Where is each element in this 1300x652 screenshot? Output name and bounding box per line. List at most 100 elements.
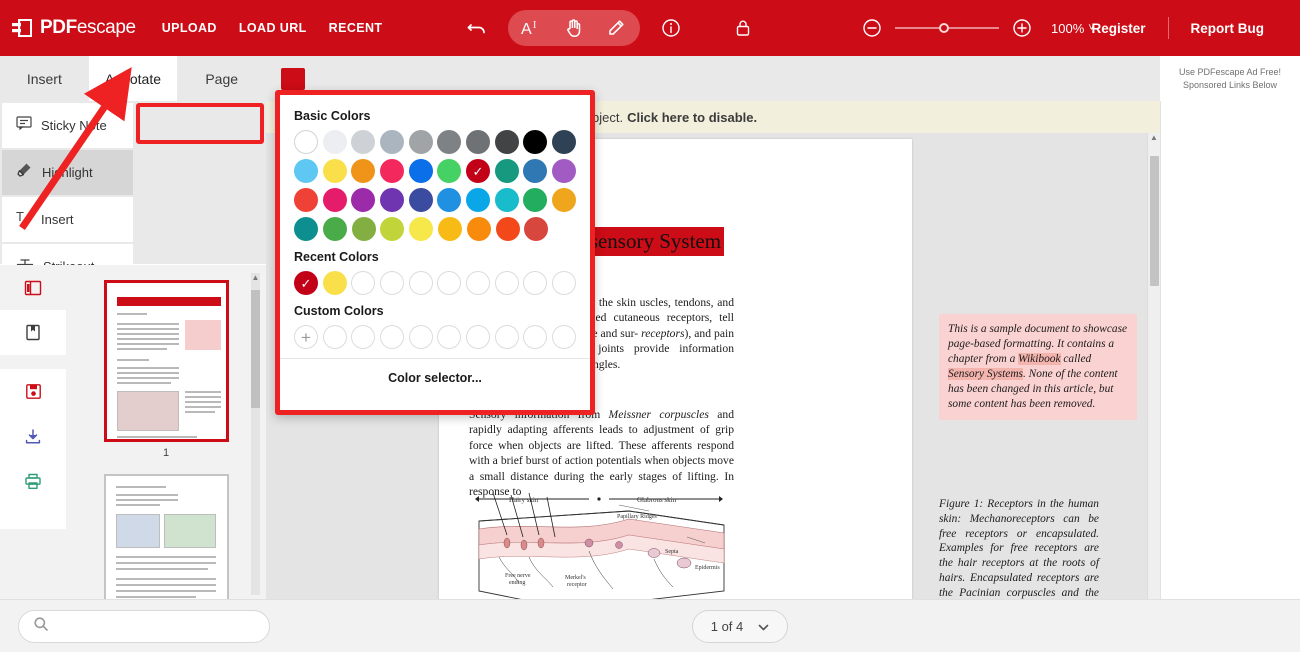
current-color-swatch-button[interactable] xyxy=(281,68,305,90)
notice-disable-link[interactable]: Click here to disable. xyxy=(627,110,757,125)
document-scrollbar-thumb[interactable] xyxy=(1149,156,1159,286)
custom-color-empty[interactable] xyxy=(523,325,548,349)
color-swatch[interactable] xyxy=(322,159,347,183)
register-link[interactable]: Register xyxy=(1069,21,1167,36)
hand-tool-icon[interactable] xyxy=(554,12,594,44)
custom-color-empty[interactable] xyxy=(380,325,404,349)
recent-color-swatch-selected[interactable]: ✓ xyxy=(294,271,318,295)
recent-color-empty[interactable] xyxy=(552,271,577,295)
text-tool-icon[interactable]: A I xyxy=(512,12,552,44)
color-swatch[interactable] xyxy=(294,217,318,241)
custom-color-empty[interactable] xyxy=(552,325,576,349)
color-swatch[interactable] xyxy=(380,188,404,212)
rail-page-panel[interactable] xyxy=(0,265,66,310)
thumbnail-scrollbar-thumb[interactable] xyxy=(251,290,260,408)
color-swatch[interactable] xyxy=(322,130,347,154)
color-swatch[interactable] xyxy=(294,130,318,154)
info-circle-icon[interactable] xyxy=(654,11,688,45)
color-swatch[interactable] xyxy=(294,159,318,183)
color-swatch-selected[interactable]: ✓ xyxy=(466,159,490,183)
tool-sticky-note[interactable]: Sticky Note xyxy=(2,103,133,148)
color-swatch[interactable] xyxy=(552,159,576,183)
nav-recent[interactable]: RECENT xyxy=(329,21,383,35)
color-swatch[interactable] xyxy=(437,130,462,154)
color-swatch[interactable] xyxy=(437,217,462,241)
color-swatch[interactable] xyxy=(322,188,347,212)
recent-color-empty[interactable] xyxy=(466,271,490,295)
tab-page[interactable]: Page xyxy=(177,56,266,101)
pencil-tool-icon[interactable] xyxy=(596,12,636,44)
search-input[interactable] xyxy=(58,619,248,634)
page-selector[interactable]: 1 of 4 xyxy=(692,610,788,643)
rail-save[interactable] xyxy=(0,369,66,414)
report-bug-link[interactable]: Report Bug xyxy=(1169,21,1287,36)
color-swatch[interactable] xyxy=(408,130,433,154)
custom-color-empty[interactable] xyxy=(322,325,347,349)
tab-annotate[interactable]: Annotate xyxy=(88,56,178,101)
color-swatch[interactable] xyxy=(552,130,576,154)
color-swatch[interactable] xyxy=(466,130,490,154)
custom-color-empty[interactable] xyxy=(466,325,490,349)
nav-load-url[interactable]: LOAD URL xyxy=(239,21,307,35)
color-swatch[interactable] xyxy=(408,188,433,212)
search-box[interactable] xyxy=(18,610,270,643)
color-swatch[interactable] xyxy=(351,188,376,212)
color-swatch[interactable] xyxy=(523,188,548,212)
color-swatch[interactable] xyxy=(409,217,434,241)
color-picker-popup[interactable]: Basic Colors ✓ Recent Colors ✓ Custom Co… xyxy=(275,90,595,415)
zoom-out-icon[interactable] xyxy=(855,11,889,45)
recent-color-empty[interactable] xyxy=(494,271,519,295)
scroll-up-arrow-icon[interactable]: ▲ xyxy=(1148,133,1160,142)
color-swatch[interactable] xyxy=(437,159,462,183)
thumbnail-page-1[interactable]: 1 xyxy=(103,280,229,459)
color-swatch[interactable] xyxy=(552,188,576,212)
recent-color-empty[interactable] xyxy=(437,271,462,295)
color-swatch[interactable] xyxy=(494,130,519,154)
undo-arrow-icon[interactable] xyxy=(460,11,494,45)
color-swatch[interactable] xyxy=(351,217,376,241)
rail-download[interactable] xyxy=(0,414,66,459)
color-swatch[interactable] xyxy=(523,159,548,183)
color-swatch[interactable] xyxy=(524,217,549,241)
color-swatch[interactable] xyxy=(494,159,519,183)
color-swatch[interactable] xyxy=(351,159,376,183)
recent-color-empty[interactable] xyxy=(523,271,548,295)
color-selector-link[interactable]: Color selector... xyxy=(280,359,590,385)
tab-insert[interactable]: Insert xyxy=(0,56,89,101)
color-swatch[interactable] xyxy=(380,159,404,183)
tool-highlight[interactable]: Highlight xyxy=(2,150,133,195)
lock-icon[interactable] xyxy=(726,11,760,45)
scroll-up-arrow-icon[interactable]: ▲ xyxy=(251,273,260,282)
color-swatch[interactable] xyxy=(523,130,548,154)
color-swatch[interactable] xyxy=(494,188,519,212)
zoom-slider-track[interactable] xyxy=(895,23,999,33)
color-swatch[interactable] xyxy=(466,188,490,212)
brand-logo[interactable]: PDFescape xyxy=(12,17,136,39)
rail-bookmark[interactable] xyxy=(0,310,66,355)
recent-color-empty[interactable] xyxy=(380,271,404,295)
color-swatch[interactable] xyxy=(495,217,520,241)
tool-insert[interactable]: T Insert xyxy=(2,197,133,242)
color-swatch[interactable] xyxy=(380,130,404,154)
color-swatch[interactable] xyxy=(437,188,462,212)
color-swatch[interactable] xyxy=(466,217,491,241)
zoom-slider-handle[interactable] xyxy=(939,23,949,33)
color-swatch[interactable] xyxy=(351,130,376,154)
nav-upload[interactable]: UPLOAD xyxy=(162,21,217,35)
custom-color-empty[interactable] xyxy=(437,325,462,349)
recent-color-empty[interactable] xyxy=(351,271,376,295)
rail-print[interactable] xyxy=(0,459,66,504)
thumbnail-scrollbar[interactable]: ▲ xyxy=(251,273,260,595)
recent-color-empty[interactable] xyxy=(408,271,433,295)
color-swatch[interactable] xyxy=(408,159,433,183)
zoom-in-icon[interactable] xyxy=(1005,11,1039,45)
add-custom-color-button[interactable]: + xyxy=(294,325,318,349)
color-swatch[interactable] xyxy=(380,217,405,241)
document-scrollbar[interactable]: ▲ xyxy=(1147,133,1160,599)
custom-color-empty[interactable] xyxy=(408,325,433,349)
color-swatch[interactable] xyxy=(322,217,347,241)
thumbnail-page-2[interactable] xyxy=(103,474,229,604)
color-swatch[interactable] xyxy=(294,188,318,212)
recent-color-swatch[interactable] xyxy=(322,271,347,295)
custom-color-empty[interactable] xyxy=(351,325,376,349)
